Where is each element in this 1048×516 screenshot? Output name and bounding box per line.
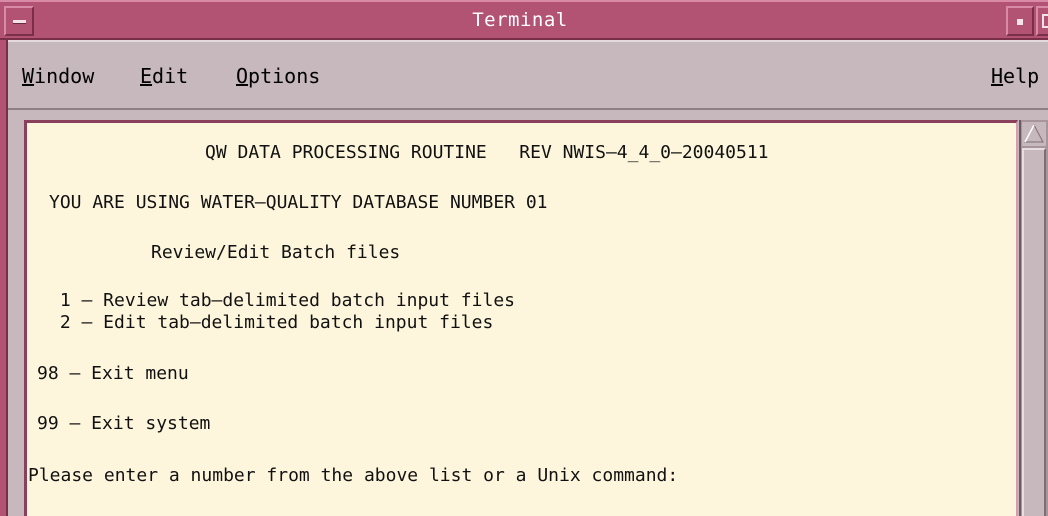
menu-help-mnemonic: H [991,64,1004,88]
maximize-button[interactable] [1036,6,1048,36]
command-prompt: Please enter a number from the above lis… [28,465,679,486]
minimize-icon [1017,19,1023,25]
menu-edit-mnemonic: E [140,64,153,88]
minimize-button[interactable] [1006,6,1034,36]
option-review-files: 1 — Review tab—delimited batch input fil… [49,290,515,311]
option-exit-menu: 98 — Exit menu [37,363,189,384]
menu-window-mnemonic: W [22,64,35,88]
menu-help-label: elp [1003,64,1040,88]
window-frame-left[interactable] [0,40,8,516]
menu-help[interactable]: Help [991,64,1039,88]
option-exit-system: 99 — Exit system [37,413,211,434]
window-menu-button[interactable] [4,6,34,36]
menu-title: Review/Edit Batch files [151,242,401,263]
routine-header: QW DATA PROCESSING ROUTINE REV NWIS—4_4_… [205,142,769,163]
menu-options[interactable]: Options [236,64,320,88]
menu-window-label: indow [34,64,95,88]
maximize-icon [1042,14,1048,28]
menu-options-label: ptions [248,64,321,88]
menu-edit[interactable]: Edit [140,64,188,88]
menu-options-mnemonic: O [236,64,249,88]
option-edit-files: 2 — Edit tab—delimited batch input files [49,312,494,333]
scrollbar-thumb[interactable] [1022,148,1046,516]
menu-window[interactable]: Window [22,64,94,88]
database-notice: YOU ARE USING WATER—QUALITY DATABASE NUM… [49,192,548,213]
title-bar[interactable]: Terminal [0,0,1048,40]
terminal-screen[interactable]: QW DATA PROCESSING ROUTINE REV NWIS—4_4_… [24,120,1018,516]
menu-edit-label: dit [152,64,189,88]
window-menu-icon [13,20,26,24]
scroll-up-arrow-icon [1024,123,1044,143]
window-title: Terminal [472,9,568,31]
scroll-up-button[interactable] [1022,122,1046,146]
menu-bar: Window Edit Options Help [8,40,1048,110]
